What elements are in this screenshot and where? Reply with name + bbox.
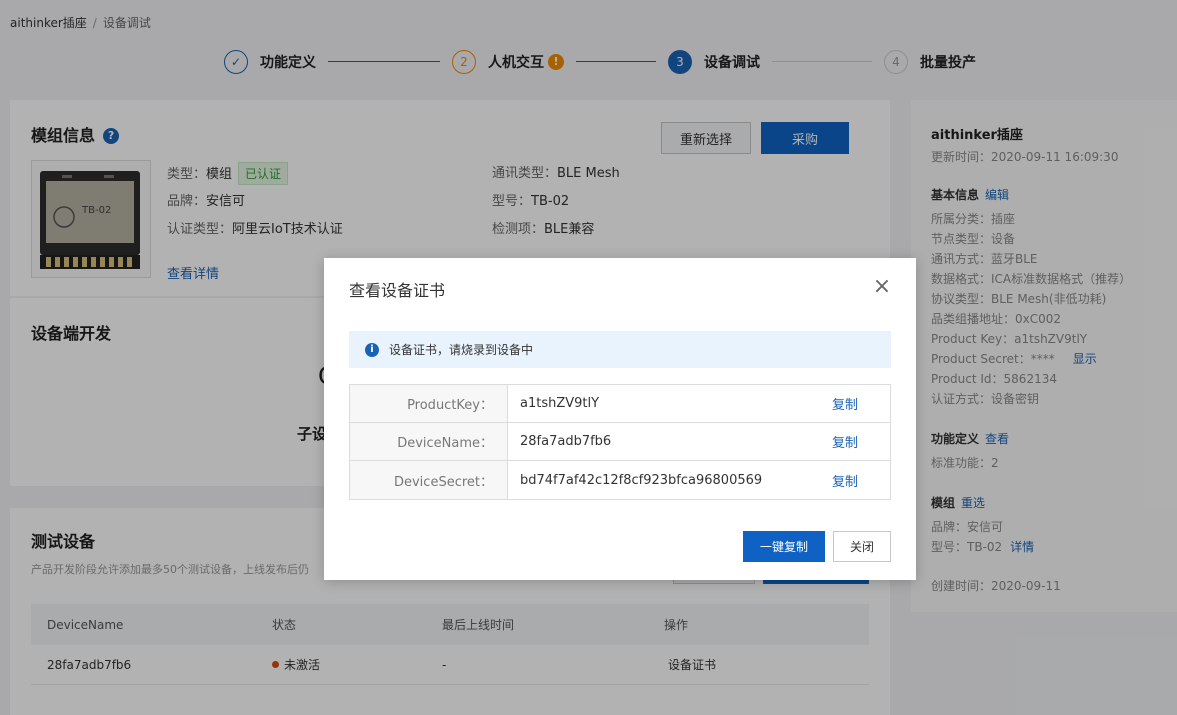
- notice-text: 设备证书，请烧录到设备中: [389, 343, 534, 357]
- close-icon[interactable]: ×: [872, 276, 892, 298]
- dialog-close-button[interactable]: 关闭: [833, 531, 891, 562]
- cert-value: 28fa7adb7fb6: [520, 434, 612, 449]
- cert-key: DeviceSecret：: [350, 461, 508, 499]
- copy-product-key-button[interactable]: 复制: [832, 385, 858, 422]
- cert-table: ProductKey： a1tshZV9tlY 复制 DeviceName： 2…: [349, 384, 891, 500]
- copy-all-button[interactable]: 一键复制: [743, 531, 825, 562]
- copy-device-name-button[interactable]: 复制: [832, 423, 858, 460]
- cert-key: DeviceName：: [350, 423, 508, 460]
- copy-device-secret-button[interactable]: 复制: [832, 461, 858, 499]
- cert-row-device-secret: DeviceSecret： bd74f7af42c12f8cf923bfca96…: [350, 461, 890, 499]
- cert-value: a1tshZV9tlY: [520, 396, 600, 411]
- cert-row-device-name: DeviceName： 28fa7adb7fb6 复制: [350, 423, 890, 461]
- dialog-title: 查看设备证书: [349, 281, 446, 300]
- dialog-notice: i 设备证书，请烧录到设备中: [349, 331, 891, 368]
- cert-value: bd74f7af42c12f8cf923bfca96800569: [520, 472, 763, 488]
- page-background: aithinker插座 / 设备调试 ✓ 功能定义 2 人机交互 ! 3 设备调试 …: [0, 0, 1177, 715]
- info-icon: i: [365, 342, 379, 357]
- device-cert-dialog: 查看设备证书 × i 设备证书，请烧录到设备中 ProductKey： a1ts…: [324, 258, 916, 580]
- cert-row-product-key: ProductKey： a1tshZV9tlY 复制: [350, 385, 890, 423]
- cert-key: ProductKey：: [350, 385, 508, 422]
